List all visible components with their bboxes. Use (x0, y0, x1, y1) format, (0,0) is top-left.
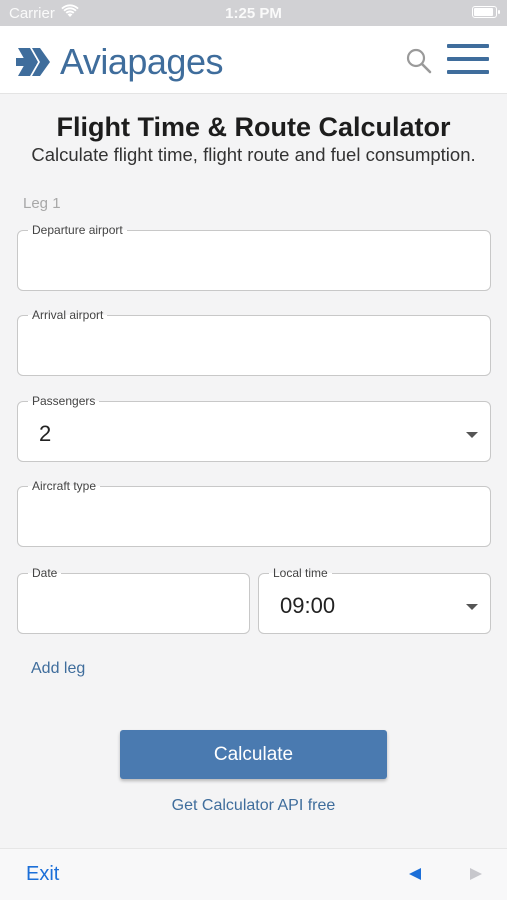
search-icon (406, 48, 432, 74)
passengers-select[interactable]: Passengers 2 (17, 394, 491, 462)
date-label: Date (28, 566, 62, 580)
add-leg-link[interactable]: Add leg (31, 660, 85, 678)
departure-airport-label: Departure airport (28, 223, 127, 237)
logo-mark-icon (16, 48, 50, 76)
calculate-button[interactable]: Calculate (120, 730, 387, 779)
local-time-select[interactable]: Local time 09:00 (258, 566, 491, 634)
status-bar: Carrier 1:25 PM (0, 0, 507, 26)
arrival-airport-field[interactable]: Arrival airport (17, 308, 491, 376)
hamburger-menu-button[interactable] (444, 42, 490, 78)
passengers-label: Passengers (28, 394, 100, 408)
menu-bar-icon (447, 57, 489, 61)
departure-airport-field[interactable]: Departure airport (17, 223, 491, 291)
passengers-value: 2 (39, 421, 52, 446)
clock: 1:25 PM (225, 5, 282, 22)
dropdown-arrow-icon (466, 432, 478, 438)
browser-toolbar: Exit (0, 848, 507, 900)
back-arrow-icon[interactable] (409, 868, 421, 880)
local-time-value: 09:00 (280, 593, 336, 618)
aviapages-logo[interactable]: Aviapages (16, 41, 223, 82)
date-field[interactable]: Date (17, 566, 250, 634)
local-time-label: Local time (269, 566, 332, 580)
menu-bar-icon (447, 44, 489, 48)
aircraft-type-label: Aircraft type (28, 479, 101, 493)
calculator-api-link[interactable]: Get Calculator API free (0, 797, 507, 815)
search-button[interactable] (402, 44, 436, 78)
site-header: Aviapages (0, 26, 507, 94)
exit-button[interactable]: Exit (26, 863, 59, 886)
aircraft-type-field[interactable]: Aircraft type (17, 479, 491, 547)
page-subtitle: Calculate flight time, flight route and … (31, 144, 476, 165)
leg-label: Leg 1 (23, 195, 61, 212)
page-title: Flight Time & Route Calculator (56, 112, 451, 142)
battery-icon (472, 6, 500, 18)
dropdown-arrow-icon (466, 604, 478, 610)
arrival-airport-label: Arrival airport (28, 308, 108, 322)
logo-text: Aviapages (60, 41, 223, 82)
forward-arrow-icon[interactable] (470, 868, 482, 880)
menu-bar-icon (447, 70, 489, 74)
